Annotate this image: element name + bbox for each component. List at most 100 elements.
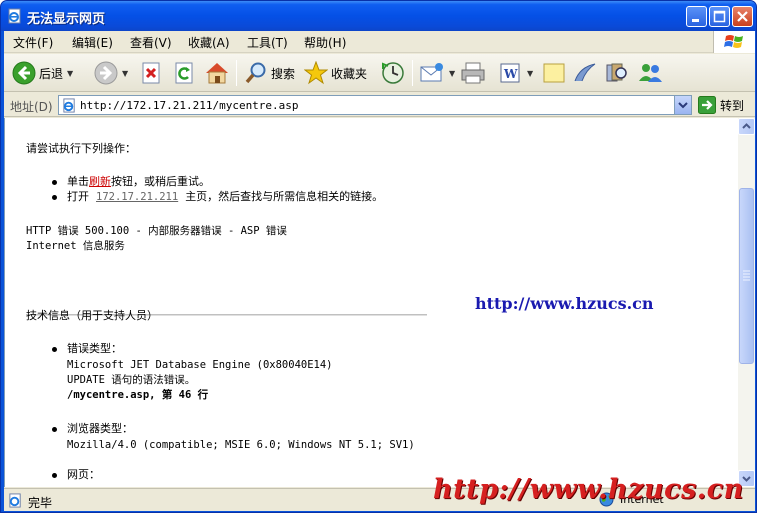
forward-icon bbox=[94, 61, 118, 85]
mail-icon bbox=[420, 63, 443, 82]
refresh-button[interactable] bbox=[174, 59, 196, 87]
chevron-up-icon bbox=[742, 123, 751, 129]
svg-text:W: W bbox=[503, 67, 518, 81]
edit-button[interactable]: W ▼ bbox=[499, 59, 533, 87]
address-bar: 地址(D) http://172.17.21.211/mycentre.asp bbox=[4, 93, 755, 117]
vertical-scrollbar[interactable] bbox=[738, 118, 755, 487]
bullet bbox=[52, 347, 57, 352]
close-button[interactable] bbox=[732, 6, 753, 27]
refresh-link[interactable]: 刷新 bbox=[89, 175, 111, 188]
back-button[interactable]: 后退 ▼ bbox=[12, 59, 73, 87]
menu-edit[interactable]: 编辑(E) bbox=[72, 34, 113, 51]
mail-dropdown-icon[interactable]: ▼ bbox=[449, 69, 455, 78]
history-icon bbox=[382, 62, 404, 84]
title-bar[interactable]: 无法显示网页 bbox=[1, 1, 756, 31]
print-button[interactable] bbox=[460, 59, 486, 87]
chevron-down-icon bbox=[678, 102, 688, 109]
maximize-icon bbox=[713, 10, 726, 23]
menu-tools[interactable]: 工具(T) bbox=[247, 34, 288, 51]
bullet2-text: 打开 172.17.21.211 主页，然后查找与所需信息相关的链接。 bbox=[67, 190, 383, 204]
windows-logo-icon bbox=[724, 35, 743, 48]
page-label: 网页： bbox=[67, 468, 100, 481]
error-type-label: 错误类型： bbox=[67, 342, 122, 355]
research-button[interactable] bbox=[604, 59, 630, 87]
favorites-icon bbox=[304, 61, 328, 85]
search-label: 搜索 bbox=[271, 66, 296, 81]
back-icon bbox=[12, 61, 36, 85]
stop-button[interactable] bbox=[141, 59, 163, 87]
menu-help[interactable]: 帮助(H) bbox=[304, 34, 346, 51]
minimize-button[interactable] bbox=[686, 6, 707, 27]
edit-dropdown-icon[interactable]: ▼ bbox=[527, 69, 533, 78]
bullet bbox=[52, 180, 57, 185]
error-type-syntax: UPDATE 语句的语法错误。 bbox=[67, 374, 196, 386]
bullet2-prefix: 打开 bbox=[67, 190, 89, 203]
error-title: HTTP 错误 500.100 - 内部服务器错误 - ASP 错误 bbox=[26, 225, 287, 237]
go-icon bbox=[698, 96, 716, 114]
watermark-blue: http://www.hzucs.cn bbox=[475, 294, 654, 313]
maximize-button[interactable] bbox=[709, 6, 730, 27]
address-input[interactable]: http://172.17.21.211/mycentre.asp bbox=[58, 95, 692, 115]
error-service: Internet 信息服务 bbox=[26, 240, 125, 252]
window-client: 文件(F) 编辑(E) 查看(V) 收藏(A) 工具(T) 帮助(H) 后退 ▼… bbox=[4, 31, 755, 511]
edit-icon: W bbox=[500, 63, 520, 83]
tech-heading: 技术信息（用于支持人员） bbox=[26, 309, 158, 322]
bullet2-suffix: 主页，然后查找与所需信息相关的链接。 bbox=[185, 190, 384, 203]
intro-text: 请尝试执行下列操作： bbox=[26, 142, 136, 155]
ie-page-icon bbox=[63, 98, 75, 113]
ie-page-icon bbox=[8, 8, 21, 24]
discuss-button[interactable] bbox=[542, 59, 566, 87]
scroll-up-button[interactable] bbox=[738, 118, 755, 135]
favorites-label: 收藏夹 bbox=[331, 66, 368, 81]
bullet bbox=[52, 427, 57, 432]
search-icon bbox=[245, 62, 266, 84]
forward-dropdown-icon[interactable]: ▼ bbox=[122, 69, 128, 78]
grip-icon bbox=[743, 270, 750, 281]
page-content: 请尝试执行下列操作： 单击刷新按钮，或稍后重试。 打开 172.17.21.21… bbox=[4, 118, 738, 487]
bullet1-suffix: 按钮，或稍后重试。 bbox=[111, 175, 210, 188]
go-label: 转到 bbox=[720, 98, 745, 113]
browser-type-value: Mozilla/4.0 (compatible; MSIE 6.0; Windo… bbox=[67, 439, 415, 451]
homepage-link[interactable]: 172.17.21.211 bbox=[96, 191, 178, 203]
menu-view[interactable]: 查看(V) bbox=[130, 34, 172, 51]
toolbar: 后退 ▼ ▼ 搜索 收藏夹 ▼ W ▼ bbox=[4, 54, 755, 92]
browser-type-label: 浏览器类型： bbox=[67, 422, 133, 435]
ie-page-icon bbox=[9, 493, 21, 508]
menu-favorites[interactable]: 收藏(A) bbox=[188, 34, 230, 51]
address-label: 地址(D) bbox=[10, 100, 53, 114]
home-icon bbox=[206, 63, 228, 84]
back-label: 后退 bbox=[39, 66, 64, 81]
research-icon bbox=[606, 63, 627, 82]
discuss-icon bbox=[543, 63, 565, 83]
back-dropdown-icon[interactable]: ▼ bbox=[67, 69, 73, 78]
refresh-icon bbox=[175, 62, 193, 84]
toolbar-separator bbox=[412, 60, 413, 86]
window-title: 无法显示网页 bbox=[27, 12, 106, 27]
watermark-red: http://www.hzucs.cn bbox=[433, 474, 744, 505]
contacts-icon bbox=[639, 64, 662, 82]
menu-bar: 文件(F) 编辑(E) 查看(V) 收藏(A) 工具(T) 帮助(H) bbox=[4, 31, 755, 53]
address-dropdown[interactable] bbox=[674, 96, 691, 114]
messenger-button[interactable] bbox=[572, 59, 598, 87]
browser-window: 无法显示网页 文件(F) 编辑(E) 查看(V) 收藏(A) 工具(T) 帮助(… bbox=[0, 0, 757, 513]
bullet bbox=[52, 195, 57, 200]
go-button[interactable]: 转到 bbox=[698, 96, 744, 114]
favorites-button[interactable]: 收藏夹 bbox=[304, 59, 367, 87]
forward-button[interactable]: ▼ bbox=[94, 59, 128, 87]
history-button[interactable] bbox=[380, 59, 406, 87]
stop-icon bbox=[142, 62, 160, 84]
mail-button[interactable]: ▼ bbox=[419, 59, 455, 87]
contacts-button[interactable] bbox=[637, 59, 663, 87]
windows-logo bbox=[713, 31, 755, 53]
search-button[interactable]: 搜索 bbox=[244, 59, 295, 87]
minimize-icon bbox=[692, 19, 699, 22]
error-type-location: /mycentre.asp, 第 46 行 bbox=[67, 389, 209, 401]
toolbar-separator bbox=[236, 60, 237, 86]
scroll-thumb[interactable] bbox=[739, 188, 754, 364]
bullet1-text: 单击刷新按钮，或稍后重试。 bbox=[67, 175, 210, 189]
messenger-icon bbox=[574, 63, 596, 82]
menu-file[interactable]: 文件(F) bbox=[13, 34, 53, 51]
error-type-engine: Microsoft JET Database Engine (0x80040E1… bbox=[67, 359, 333, 371]
home-button[interactable] bbox=[204, 59, 230, 87]
bullet1-prefix: 单击 bbox=[67, 175, 89, 188]
